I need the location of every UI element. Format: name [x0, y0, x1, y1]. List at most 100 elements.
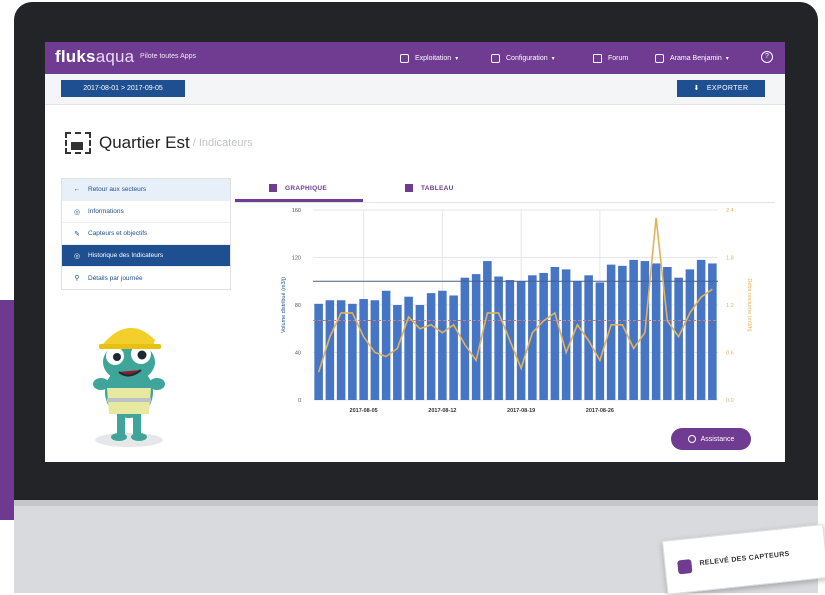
side-menu: ← Retour aux secteurs ◎ Informations ✎ Capt…	[61, 178, 231, 290]
nav-forum-label: Forum	[608, 54, 629, 62]
chart-bar	[483, 261, 492, 400]
view-tabs: GRAPHIQUE TABLEAU	[235, 180, 775, 203]
mascot-illustration	[93, 327, 165, 447]
chart-bar	[471, 274, 481, 400]
nav-exploitation-label: Exploitation	[415, 54, 452, 62]
chart-bar	[561, 269, 571, 400]
search-icon: ⚲	[74, 275, 80, 282]
nav-forum[interactable]: Forum	[593, 42, 628, 74]
top-navbar: fluksaqua Pilote toutes Apps Exploitatio…	[45, 42, 785, 74]
menu-item-label: Détails par journée	[88, 274, 143, 282]
chat-icon	[593, 53, 602, 63]
y2-axis-label: Débit nocturne (m3/h)	[746, 278, 752, 331]
tab-tableau[interactable]: TABLEAU	[405, 184, 454, 192]
monitor-chin-edge	[14, 500, 818, 506]
menu-item-history[interactable]: ◎ Historique des Indicateurs	[62, 245, 230, 267]
table-icon	[405, 184, 413, 192]
chart-bar	[595, 282, 605, 400]
menu-item-sensors[interactable]: ✎ Capteurs et objectifs	[62, 223, 230, 245]
nav-configuration-label: Configuration	[506, 54, 548, 62]
chart-bar	[381, 290, 391, 400]
menu-item-label: Capteurs et objectifs	[88, 230, 148, 237]
logo-main-text: fluks	[55, 47, 96, 66]
help-icon	[687, 435, 696, 443]
y-tick-label: 120	[292, 256, 301, 262]
app-logo[interactable]: fluksaqua	[55, 47, 134, 67]
assistance-label: Assistance	[700, 435, 735, 443]
chart-bar	[685, 269, 695, 400]
assistance-button[interactable]: Assistance	[671, 428, 751, 450]
user-icon	[655, 53, 664, 63]
export-label: EXPORTER	[706, 85, 749, 92]
y-tick-label: 40	[295, 351, 301, 357]
y-tick-label: 80	[295, 303, 301, 309]
page-title: Quartier Est	[99, 133, 190, 152]
chart-bar	[359, 299, 368, 400]
toolbar: 2017-08-01 > 2017-09-05 ⬇ EXPORTER	[45, 74, 785, 105]
y2-tick-label: 1.2	[726, 303, 734, 309]
sensor-card-label: RELEVÉ DES CAPTEURS	[699, 550, 790, 568]
x-tick-label: 2017-08-05	[350, 408, 378, 414]
app-screen: fluksaqua Pilote toutes Apps Exploitatio…	[45, 42, 785, 462]
nav-exploitation[interactable]: Exploitation ▾	[400, 42, 458, 74]
chart-bar	[415, 305, 425, 400]
chart-bar	[404, 296, 413, 400]
caret-down-icon: ▾	[725, 55, 729, 62]
nav-configuration[interactable]: Configuration ▾	[491, 42, 555, 74]
chart-bar	[426, 293, 436, 400]
caret-down-icon: ▾	[455, 55, 459, 62]
export-button[interactable]: ⬇ EXPORTER	[677, 80, 765, 97]
chart-bar	[528, 275, 537, 400]
chart-bar	[494, 276, 503, 400]
tab-graphique[interactable]: GRAPHIQUE	[269, 184, 327, 192]
x-tick-label: 2017-08-19	[507, 408, 535, 414]
info-icon: ◎	[73, 208, 81, 216]
menu-item-label: Informations	[88, 208, 124, 215]
chart-bar	[516, 281, 526, 400]
chart-bar	[539, 272, 548, 400]
page-subtitle: / Indicateurs	[192, 137, 253, 149]
edit-icon: ✎	[74, 230, 80, 238]
image-icon	[65, 132, 91, 154]
trash-icon	[400, 53, 409, 63]
nav-user[interactable]: Arama Benjamin ▾	[655, 42, 729, 74]
menu-item-informations[interactable]: ◎ Informations	[62, 201, 230, 223]
chart-bar	[449, 295, 458, 400]
chart-bar	[336, 300, 346, 400]
menu-item-daily-details[interactable]: ⚲ Détails par journée	[62, 267, 230, 289]
download-icon: ⬇	[693, 85, 703, 92]
nav-user-label: Arama Benjamin	[670, 54, 722, 62]
menu-item-label: Retour aux secteurs	[88, 186, 147, 193]
chart-bar	[325, 300, 335, 400]
y-tick-label: 0	[298, 398, 301, 404]
tab-tableau-label: TABLEAU	[421, 184, 454, 192]
y2-tick-label: 2.4	[726, 208, 734, 214]
chart-bar	[370, 300, 380, 400]
date-range-button[interactable]: 2017-08-01 > 2017-09-05	[61, 80, 185, 97]
chart-bar	[674, 277, 683, 400]
help-icon[interactable]: ?	[761, 51, 773, 63]
x-tick-label: 2017-08-12	[428, 408, 456, 414]
settings-icon	[491, 53, 500, 63]
menu-item-back[interactable]: ← Retour aux secteurs	[62, 179, 230, 201]
page-header: Quartier Est / Indicateurs	[65, 130, 253, 156]
chart-bar	[314, 303, 323, 400]
chart-bar	[393, 305, 402, 400]
caret-down-icon: ▾	[551, 55, 555, 62]
y2-tick-label: 1.8	[726, 256, 734, 262]
y-tick-label: 160	[292, 208, 301, 214]
chart-bar	[708, 263, 717, 400]
app-tagline: Pilote toutes Apps	[140, 53, 197, 60]
y2-tick-label: 0.0	[726, 398, 734, 404]
chart-bar	[550, 267, 560, 400]
y2-tick-label: 0.6	[726, 351, 734, 357]
chart-bar	[438, 290, 447, 400]
chart-bar	[651, 263, 661, 400]
indicator-chart: 0 40 80 120 160 0.0 0.6 1.2 1.8 2.4 2017-08-05 2017…	[281, 208, 752, 414]
logo-sub-text: aqua	[95, 47, 135, 66]
chart-icon	[269, 184, 277, 192]
history-icon: ◎	[73, 252, 81, 260]
y-axis-label: Volume distribué (m3/j)	[281, 277, 287, 333]
tab-graphique-label: GRAPHIQUE	[285, 184, 328, 192]
x-tick-label: 2017-08-26	[586, 408, 614, 414]
